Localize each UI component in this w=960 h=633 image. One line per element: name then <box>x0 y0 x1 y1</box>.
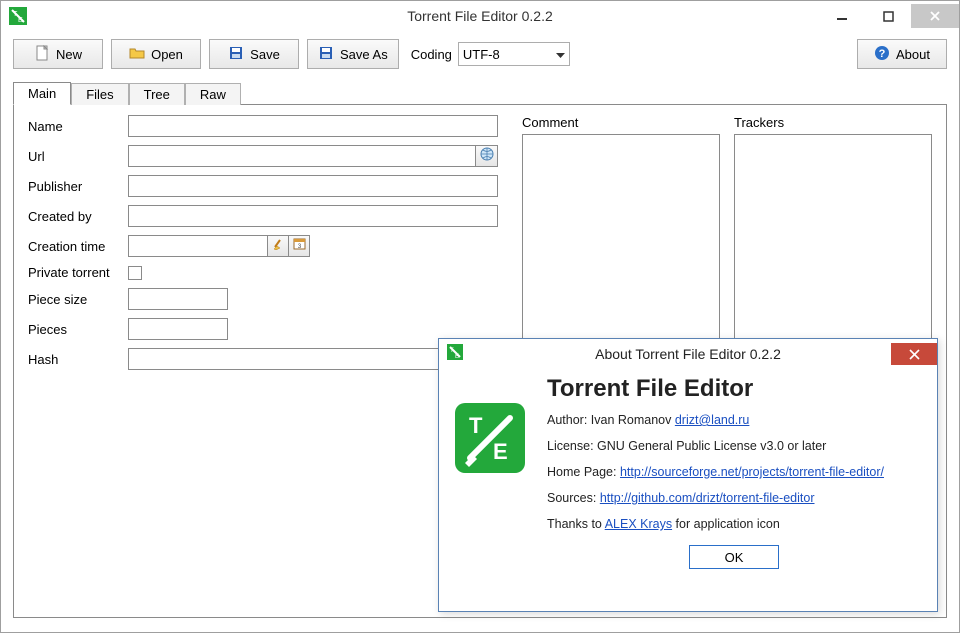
tab-files-label: Files <box>86 87 113 102</box>
svg-text:?: ? <box>879 48 886 60</box>
tab-main-label: Main <box>28 86 56 101</box>
about-button[interactable]: ? About <box>857 39 947 69</box>
piece-size-input[interactable] <box>128 288 228 310</box>
about-thanks-suffix: for application icon <box>672 517 780 531</box>
open-label: Open <box>151 47 183 62</box>
tabs: Main Files Tree Raw <box>13 81 947 104</box>
about-large-icon: TE <box>455 375 531 569</box>
about-thanks-prefix: Thanks to <box>547 517 605 531</box>
new-label: New <box>56 47 82 62</box>
svg-text:E: E <box>455 354 459 360</box>
name-label: Name <box>28 119 128 134</box>
url-label: Url <box>28 149 128 164</box>
about-titlebar: TE About Torrent File Editor 0.2.2 <box>439 339 937 369</box>
tab-raw-label: Raw <box>200 87 226 102</box>
about-sources-label: Sources: <box>547 491 600 505</box>
coding-select[interactable]: UTF-8 <box>458 42 570 66</box>
name-input[interactable] <box>128 115 498 137</box>
globe-icon <box>480 147 494 166</box>
svg-text:E: E <box>493 439 508 464</box>
folder-open-icon <box>129 45 145 64</box>
publisher-input[interactable] <box>128 175 498 197</box>
help-icon: ? <box>874 45 890 64</box>
tab-raw[interactable]: Raw <box>185 83 241 105</box>
titlebar: TE Torrent File Editor 0.2.2 <box>1 1 959 31</box>
creation-time-input[interactable] <box>128 235 268 257</box>
about-home-link[interactable]: http://sourceforge.net/projects/torrent-… <box>620 465 884 479</box>
comment-label: Comment <box>522 115 720 130</box>
pieces-label: Pieces <box>28 322 128 337</box>
about-thanks-link[interactable]: ALEX Krays <box>605 517 672 531</box>
toolbar: New Open Save Save As Coding UTF-8 <box>1 31 959 73</box>
about-close-button[interactable] <box>891 343 937 365</box>
calendar-button[interactable]: 3 <box>288 235 310 257</box>
new-button[interactable]: New <box>13 39 103 69</box>
open-url-button[interactable] <box>476 145 498 167</box>
window-title: Torrent File Editor 0.2.2 <box>1 8 959 24</box>
save-icon <box>228 45 244 64</box>
save-label: Save <box>250 47 280 62</box>
piece-size-label: Piece size <box>28 292 128 307</box>
app-icon: TE <box>9 7 27 25</box>
about-ok-label: OK <box>725 550 744 565</box>
tab-main[interactable]: Main <box>13 82 71 105</box>
about-label: About <box>896 47 930 62</box>
about-ok-button[interactable]: OK <box>689 545 779 569</box>
open-button[interactable]: Open <box>111 39 201 69</box>
about-dialog: TE About Torrent File Editor 0.2.2 TE To… <box>438 338 938 612</box>
private-torrent-label: Private torrent <box>28 265 128 280</box>
about-author-label: Author: <box>547 413 591 427</box>
tab-tree[interactable]: Tree <box>129 83 185 105</box>
about-license-label: License: <box>547 439 597 453</box>
broom-icon <box>272 237 285 255</box>
coding-group: Coding UTF-8 <box>411 42 570 66</box>
svg-text:E: E <box>18 17 23 24</box>
about-app-icon: TE <box>447 344 463 365</box>
pieces-input[interactable] <box>128 318 228 340</box>
save-button[interactable]: Save <box>209 39 299 69</box>
svg-text:T: T <box>450 348 454 354</box>
about-author-name: Ivan Romanov <box>591 413 675 427</box>
coding-label: Coding <box>411 47 452 62</box>
hash-label: Hash <box>28 352 128 367</box>
chevron-down-icon <box>556 47 565 62</box>
save-as-button[interactable]: Save As <box>307 39 399 69</box>
form-left: Name Url <box>28 115 508 607</box>
svg-text:T: T <box>469 413 483 438</box>
created-by-input[interactable] <box>128 205 498 227</box>
trackers-label: Trackers <box>734 115 932 130</box>
maximize-button[interactable] <box>865 4 911 28</box>
url-input[interactable] <box>128 145 476 167</box>
window-controls <box>819 4 959 28</box>
about-author-email-link[interactable]: drizt@land.ru <box>675 413 750 427</box>
save-as-icon <box>318 45 334 64</box>
creation-time-label: Creation time <box>28 239 128 254</box>
file-new-icon <box>34 45 50 64</box>
close-button[interactable] <box>911 4 959 28</box>
coding-value: UTF-8 <box>463 47 500 62</box>
about-title: About Torrent File Editor 0.2.2 <box>439 346 937 362</box>
about-text: Torrent File Editor Author: Ivan Romanov… <box>547 375 921 569</box>
about-home-label: Home Page: <box>547 465 620 479</box>
about-sources-link[interactable]: http://github.com/drizt/torrent-file-edi… <box>600 491 815 505</box>
minimize-button[interactable] <box>819 4 865 28</box>
tab-files[interactable]: Files <box>71 83 128 105</box>
clear-time-button[interactable] <box>267 235 289 257</box>
tab-tree-label: Tree <box>144 87 170 102</box>
about-license-value: GNU General Public License v3.0 or later <box>597 439 826 453</box>
private-torrent-checkbox[interactable] <box>128 266 142 280</box>
calendar-icon: 3 <box>293 237 306 255</box>
created-by-label: Created by <box>28 209 128 224</box>
publisher-label: Publisher <box>28 179 128 194</box>
save-as-label: Save As <box>340 47 388 62</box>
about-heading: Torrent File Editor <box>547 375 921 403</box>
